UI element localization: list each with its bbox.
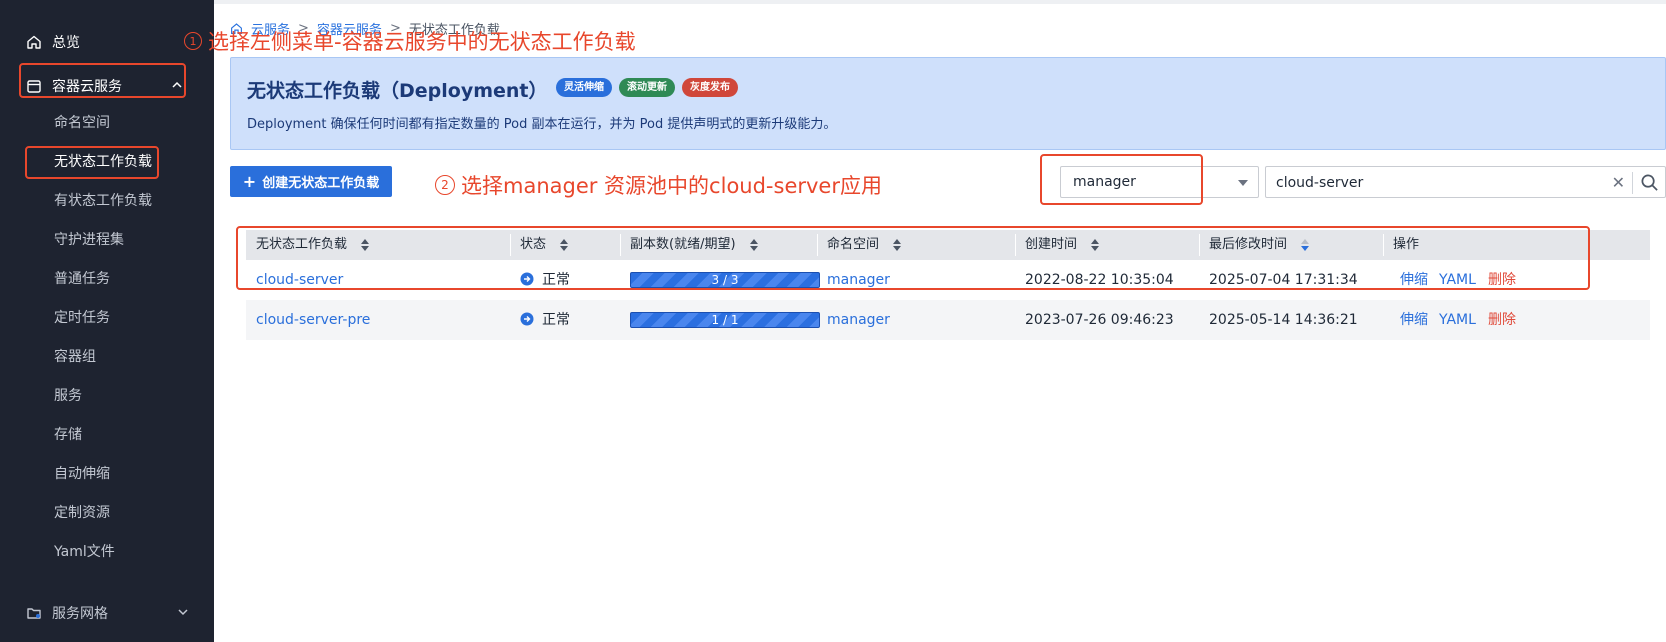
sidebar-item-statefulset[interactable]: 有状态工作负载 bbox=[54, 189, 152, 213]
search-icon[interactable] bbox=[1640, 173, 1659, 192]
status-running-icon bbox=[520, 312, 534, 325]
sort-desc-icon[interactable] bbox=[1301, 239, 1310, 251]
folder-icon bbox=[27, 608, 41, 619]
caret-down-icon bbox=[1238, 180, 1248, 186]
page-description: Deployment 确保任何时间都有指定数量的 Pod 副本在运行，并为 Po… bbox=[247, 117, 837, 132]
sidebar-item-service[interactable]: 服务 bbox=[54, 384, 82, 408]
column-header-label: 命名空间 bbox=[827, 237, 880, 252]
annotation-text: 选择左侧菜单-容器云服务中的无状态工作负载 bbox=[208, 30, 636, 54]
chevron-up-icon[interactable] bbox=[170, 78, 184, 92]
column-header-label: 无状态工作负载 bbox=[256, 237, 348, 252]
namespace-link[interactable]: manager bbox=[827, 300, 890, 340]
tag-canary-release: 灰度发布 bbox=[682, 78, 738, 97]
sort-icon[interactable] bbox=[560, 239, 569, 251]
created-time: 2022-08-22 10:35:04 bbox=[1025, 272, 1174, 288]
page-title: 无状态工作负载（Deployment） bbox=[247, 80, 548, 102]
deployment-name-link[interactable]: cloud-server-pre bbox=[256, 300, 370, 340]
table-row: cloud-server 正常 3 / 3 manager 2022-08-22… bbox=[246, 260, 1650, 300]
chevron-down-icon[interactable] bbox=[176, 605, 190, 619]
delete-action[interactable]: 删除 bbox=[1488, 260, 1516, 300]
created-time: 2023-07-26 09:46:23 bbox=[1025, 312, 1174, 328]
status-cell: 正常 bbox=[520, 260, 570, 300]
column-header-created[interactable]: 创建时间 bbox=[1015, 230, 1100, 260]
scale-action[interactable]: 伸缩 bbox=[1400, 300, 1428, 340]
divider bbox=[1632, 172, 1633, 194]
sidebar-item-cronjob[interactable]: 定时任务 bbox=[54, 306, 110, 330]
sidebar-group-label: 服务网格 bbox=[52, 606, 108, 622]
sidebar-item-pod[interactable]: 容器组 bbox=[54, 345, 96, 369]
status-text: 正常 bbox=[542, 312, 570, 328]
sort-icon[interactable] bbox=[1091, 239, 1100, 251]
status-cell: 正常 bbox=[520, 300, 570, 340]
scale-action[interactable]: 伸缩 bbox=[1400, 260, 1428, 300]
column-header-modified[interactable]: 最后修改时间 bbox=[1199, 230, 1310, 260]
sidebar-item-overview[interactable]: 总览 bbox=[26, 30, 80, 54]
sidebar-item-daemonset[interactable]: 守护进程集 bbox=[54, 228, 124, 252]
step-number: 1 bbox=[184, 32, 202, 50]
namespace-link[interactable]: manager bbox=[827, 260, 890, 300]
annotation-text: 选择manager 资源池中的cloud-server应用 bbox=[461, 174, 882, 198]
sidebar-item-label: 总览 bbox=[52, 35, 80, 51]
status-text: 正常 bbox=[542, 272, 570, 288]
yaml-action[interactable]: YAML bbox=[1439, 300, 1476, 340]
tag-rolling-update: 滚动更新 bbox=[619, 78, 675, 97]
create-button-label: 创建无状态工作负载 bbox=[262, 176, 380, 191]
table-row: cloud-server-pre 正常 1 / 1 manager 2023-0… bbox=[246, 300, 1650, 340]
yaml-action[interactable]: YAML bbox=[1439, 260, 1476, 300]
column-header-namespace[interactable]: 命名空间 bbox=[817, 230, 902, 260]
sidebar-item-custom-resource[interactable]: 定制资源 bbox=[54, 501, 110, 525]
create-deployment-button[interactable]: + 创建无状态工作负载 bbox=[230, 166, 392, 197]
annotation-step-2: 2 选择manager 资源池中的cloud-server应用 bbox=[435, 170, 882, 200]
sidebar-item-job[interactable]: 普通任务 bbox=[54, 267, 110, 291]
column-header-label: 创建时间 bbox=[1025, 237, 1078, 252]
replica-progress-bar: 1 / 1 bbox=[630, 312, 820, 328]
sidebar-group-label: 容器云服务 bbox=[52, 79, 122, 95]
column-header-label: 状态 bbox=[520, 237, 547, 252]
modified-time: 2025-05-14 14:36:21 bbox=[1209, 312, 1358, 328]
replica-progress-bar: 3 / 3 bbox=[630, 272, 820, 288]
modified-time: 2025-07-04 17:31:34 bbox=[1209, 272, 1358, 288]
plus-icon: + bbox=[242, 172, 257, 191]
home-icon bbox=[27, 35, 41, 49]
column-header-status[interactable]: 状态 bbox=[510, 230, 569, 260]
column-header-replicas[interactable]: 副本数(就绪/期望) bbox=[620, 230, 758, 260]
column-header-actions: 操作 bbox=[1383, 230, 1420, 260]
clear-icon[interactable]: ✕ bbox=[1612, 173, 1625, 192]
table-header: 无状态工作负载 状态 副本数(就绪/期望) 命名空间 创建时间 最后修改时间 操… bbox=[246, 230, 1650, 260]
sidebar-item-namespace[interactable]: 命名空间 bbox=[54, 111, 110, 135]
step-number: 2 bbox=[435, 175, 455, 195]
column-header-name[interactable]: 无状态工作负载 bbox=[256, 230, 370, 260]
sidebar-group-service-mesh[interactable]: 服务网格 bbox=[26, 601, 192, 625]
namespace-select[interactable]: manager bbox=[1060, 166, 1259, 198]
replica-count: 3 / 3 bbox=[711, 273, 739, 287]
sidebar-item-deployment[interactable]: 无状态工作负载 bbox=[54, 150, 152, 174]
deployment-table: 无状态工作负载 状态 副本数(就绪/期望) 命名空间 创建时间 最后修改时间 操… bbox=[230, 214, 1666, 642]
sidebar-item-storage[interactable]: 存储 bbox=[54, 423, 82, 447]
deployment-name-link[interactable]: cloud-server bbox=[256, 260, 343, 300]
column-header-label: 副本数(就绪/期望) bbox=[630, 237, 736, 252]
column-header-label: 操作 bbox=[1393, 237, 1420, 252]
tag-flexible-scaling: 灵活伸缩 bbox=[556, 78, 612, 97]
sort-icon[interactable] bbox=[361, 239, 370, 251]
delete-action[interactable]: 删除 bbox=[1488, 300, 1516, 340]
sidebar-group-container-service[interactable]: 容器云服务 bbox=[26, 74, 186, 98]
sidebar: 总览 容器云服务 命名空间 无状态工作负载 有状态工作负载 守护进程集 普通任务… bbox=[0, 0, 214, 642]
status-running-icon bbox=[520, 272, 534, 285]
box-icon bbox=[27, 80, 41, 93]
info-banner: 无状态工作负载（Deployment） 灵活伸缩 滚动更新 灰度发布 Deplo… bbox=[230, 57, 1666, 150]
sort-icon[interactable] bbox=[893, 239, 902, 251]
top-border bbox=[214, 0, 1666, 4]
column-header-label: 最后修改时间 bbox=[1209, 237, 1288, 252]
annotation-step-1: 1 选择左侧菜单-容器云服务中的无状态工作负载 bbox=[184, 26, 636, 56]
search-input[interactable] bbox=[1276, 172, 1606, 194]
sidebar-item-yaml[interactable]: Yaml文件 bbox=[54, 540, 115, 564]
sort-icon[interactable] bbox=[749, 239, 758, 251]
search-box: ✕ bbox=[1265, 166, 1666, 198]
replica-count: 1 / 1 bbox=[711, 313, 739, 327]
sidebar-item-autoscaling[interactable]: 自动伸缩 bbox=[54, 462, 110, 486]
namespace-select-value: manager bbox=[1073, 174, 1136, 190]
